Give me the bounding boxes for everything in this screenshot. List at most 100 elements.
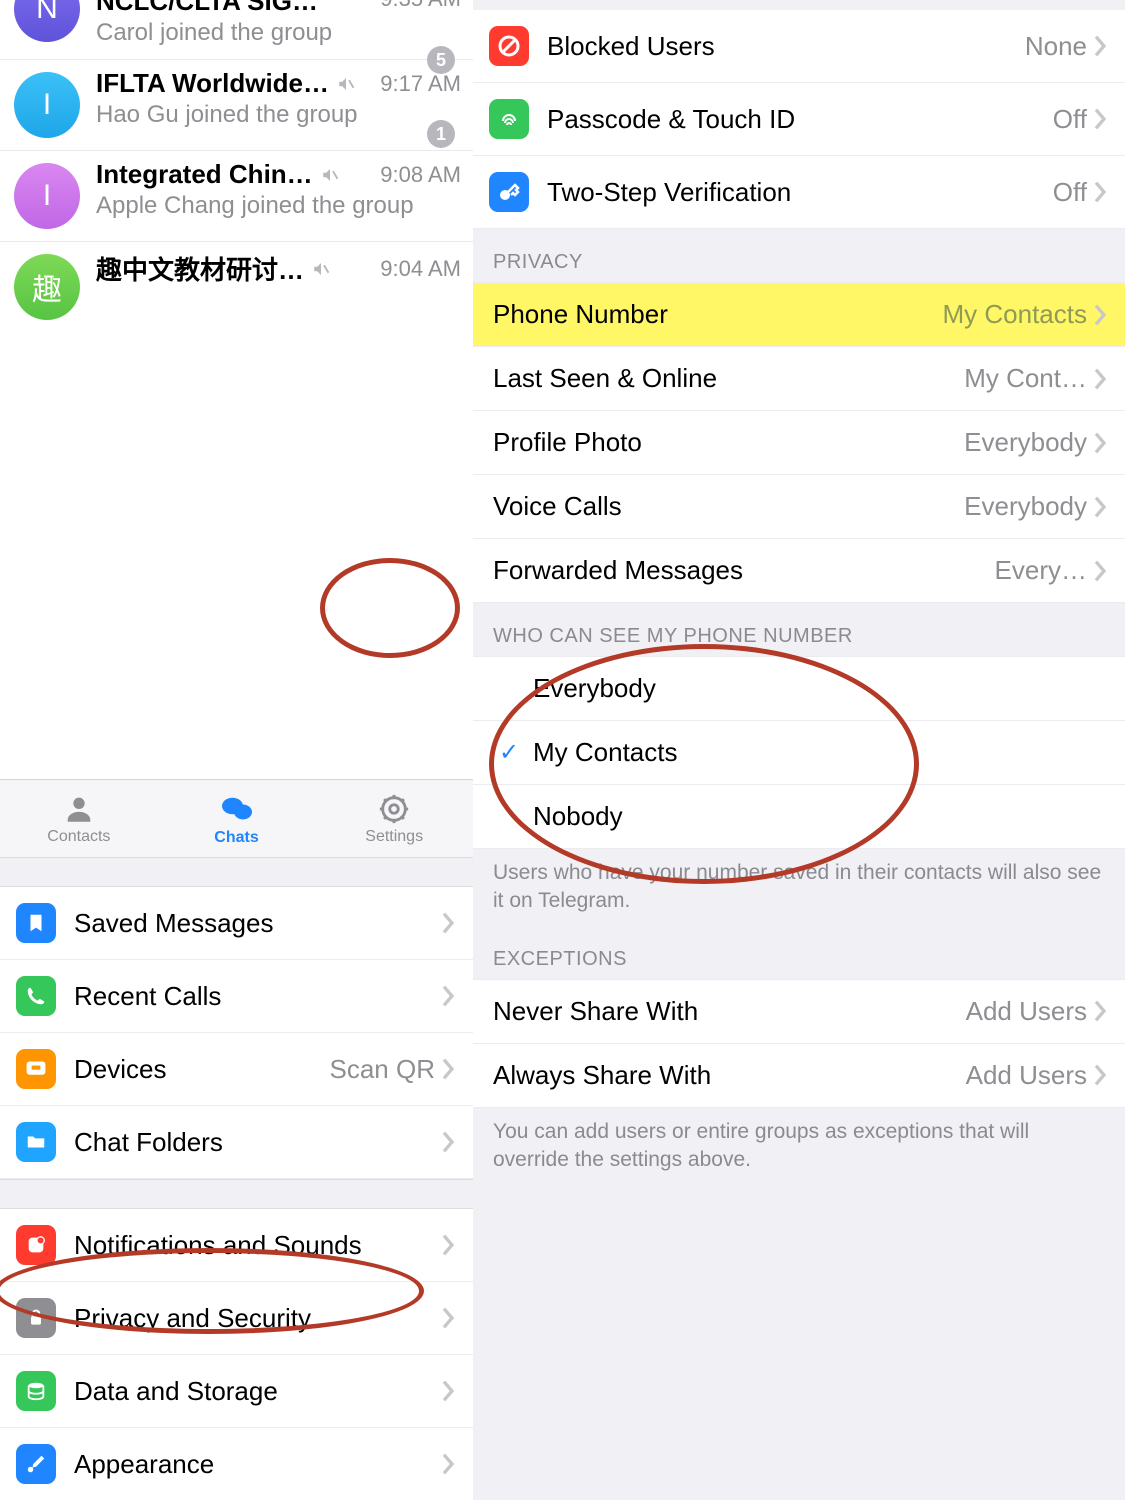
muted-icon <box>337 75 355 93</box>
setting-value: My Cont… <box>964 363 1093 394</box>
section-header-who: WHO CAN SEE MY PHONE NUMBER <box>473 603 1125 657</box>
check-icon: ✓ <box>493 738 525 767</box>
gear-icon <box>377 792 411 826</box>
notification-icon <box>16 1225 56 1265</box>
setting-voice-calls[interactable]: Voice Calls Everybody <box>473 475 1125 539</box>
bookmark-icon <box>16 903 56 943</box>
setting-appearance[interactable]: Appearance <box>0 1428 473 1500</box>
muted-icon <box>321 166 339 184</box>
setting-value: None <box>1025 31 1093 62</box>
setting-value: Off <box>1053 104 1093 135</box>
key-icon <box>489 172 529 212</box>
chevron-right-icon <box>441 1057 455 1081</box>
setting-label: Appearance <box>74 1449 214 1480</box>
database-icon <box>16 1371 56 1411</box>
setting-value: Everybody <box>964 491 1093 522</box>
setting-blocked-users[interactable]: Blocked Users None <box>473 10 1125 83</box>
chevron-right-icon <box>441 1379 455 1403</box>
chat-name: Integrated Chin… <box>96 159 313 190</box>
setting-label: Two-Step Verification <box>547 177 791 208</box>
setting-phone-number[interactable]: Phone Number My Contacts <box>473 283 1125 347</box>
setting-recent-calls[interactable]: Recent Calls <box>0 960 473 1033</box>
setting-never-share[interactable]: Never Share With Add Users <box>473 980 1125 1044</box>
chat-time: 9:35 AM <box>372 0 461 12</box>
chat-subtitle: Carol joined the group <box>96 19 461 47</box>
setting-label: Always Share With <box>493 1060 711 1091</box>
option-label: Nobody <box>531 801 623 832</box>
chevron-right-icon <box>1093 431 1107 455</box>
phone-icon <box>16 976 56 1016</box>
setting-always-share[interactable]: Always Share With Add Users <box>473 1044 1125 1108</box>
section-footer: You can add users or entire groups as ex… <box>473 1108 1125 1193</box>
chevron-right-icon <box>1093 180 1107 204</box>
setting-chat-folders[interactable]: Chat Folders <box>0 1106 473 1179</box>
setting-value: Scan QR <box>330 1054 442 1085</box>
chat-avatar: I <box>14 72 80 138</box>
setting-value: Every… <box>995 555 1093 586</box>
setting-label: Profile Photo <box>493 427 642 458</box>
setting-passcode[interactable]: Passcode & Touch ID Off <box>473 83 1125 156</box>
setting-notifications[interactable]: Notifications and Sounds <box>0 1209 473 1282</box>
tab-bar: Contacts Chats Settings <box>0 779 473 857</box>
chat-row[interactable]: I Integrated Chin… 9:08 AM Apple Chang j… <box>0 151 473 242</box>
chat-subtitle: Hao Gu joined the group <box>96 101 461 129</box>
chat-row[interactable]: 趣 趣中文教材研讨… 9:04 AM <box>0 242 473 332</box>
setting-devices[interactable]: Devices Scan QR <box>0 1033 473 1106</box>
chevron-right-icon <box>441 1452 455 1476</box>
setting-value: Add Users <box>966 996 1093 1027</box>
setting-value: Add Users <box>966 1060 1093 1091</box>
setting-label: Devices <box>74 1054 166 1085</box>
tab-contacts[interactable]: Contacts <box>0 780 158 857</box>
chevron-right-icon <box>1093 1063 1107 1087</box>
chevron-right-icon <box>441 911 455 935</box>
chevron-right-icon <box>1093 999 1107 1023</box>
unread-badge: 1 <box>427 120 455 148</box>
chat-bubbles-icon <box>219 791 255 827</box>
setting-privacy-security[interactable]: Privacy and Security <box>0 1282 473 1355</box>
setting-label: Phone Number <box>493 299 668 330</box>
option-label: My Contacts <box>531 737 678 768</box>
option-my-contacts[interactable]: ✓ My Contacts <box>473 721 1125 785</box>
chevron-right-icon <box>1093 367 1107 391</box>
chat-time: 9:08 AM <box>372 162 461 188</box>
option-nobody[interactable]: Nobody <box>473 785 1125 849</box>
chat-time: 9:04 AM <box>372 256 461 282</box>
chat-row[interactable]: I IFLTA Worldwide… 9:17 AM Hao Gu joined… <box>0 60 473 151</box>
chevron-right-icon <box>1093 559 1107 583</box>
setting-profile-photo[interactable]: Profile Photo Everybody <box>473 411 1125 475</box>
setting-label: Privacy and Security <box>74 1303 311 1334</box>
setting-forwarded-messages[interactable]: Forwarded Messages Every… <box>473 539 1125 603</box>
setting-label: Passcode & Touch ID <box>547 104 795 135</box>
setting-two-step[interactable]: Two-Step Verification Off <box>473 156 1125 229</box>
chat-time: 9:17 AM <box>372 71 461 97</box>
section-header-privacy: PRIVACY <box>473 229 1125 283</box>
chevron-right-icon <box>441 1233 455 1257</box>
setting-label: Voice Calls <box>493 491 622 522</box>
fingerprint-icon <box>489 99 529 139</box>
setting-label: Notifications and Sounds <box>74 1230 362 1261</box>
chat-row[interactable]: N NCLC/CLTA SIG… 9:35 AM Carol joined th… <box>0 0 473 60</box>
chat-list: N NCLC/CLTA SIG… 9:35 AM Carol joined th… <box>0 0 473 332</box>
chevron-right-icon <box>1093 107 1107 131</box>
tab-settings[interactable]: Settings <box>315 780 473 857</box>
setting-label: Data and Storage <box>74 1376 278 1407</box>
option-everybody[interactable]: Everybody <box>473 657 1125 721</box>
setting-value: My Contacts <box>943 299 1094 330</box>
tab-chats[interactable]: Chats <box>158 780 316 857</box>
setting-label: Last Seen & Online <box>493 363 717 394</box>
setting-last-seen[interactable]: Last Seen & Online My Cont… <box>473 347 1125 411</box>
monitor-icon <box>16 1049 56 1089</box>
brush-icon <box>16 1444 56 1484</box>
setting-label: Recent Calls <box>74 981 221 1012</box>
setting-value: Everybody <box>964 427 1093 458</box>
person-icon <box>62 792 96 826</box>
setting-saved-messages[interactable]: Saved Messages <box>0 887 473 960</box>
blocked-icon <box>489 26 529 66</box>
setting-label: Saved Messages <box>74 908 273 939</box>
chevron-right-icon <box>441 984 455 1008</box>
setting-data-storage[interactable]: Data and Storage <box>0 1355 473 1428</box>
option-label: Everybody <box>531 673 656 704</box>
chat-avatar: I <box>14 163 80 229</box>
setting-label: Forwarded Messages <box>493 555 743 586</box>
chevron-right-icon <box>441 1130 455 1154</box>
